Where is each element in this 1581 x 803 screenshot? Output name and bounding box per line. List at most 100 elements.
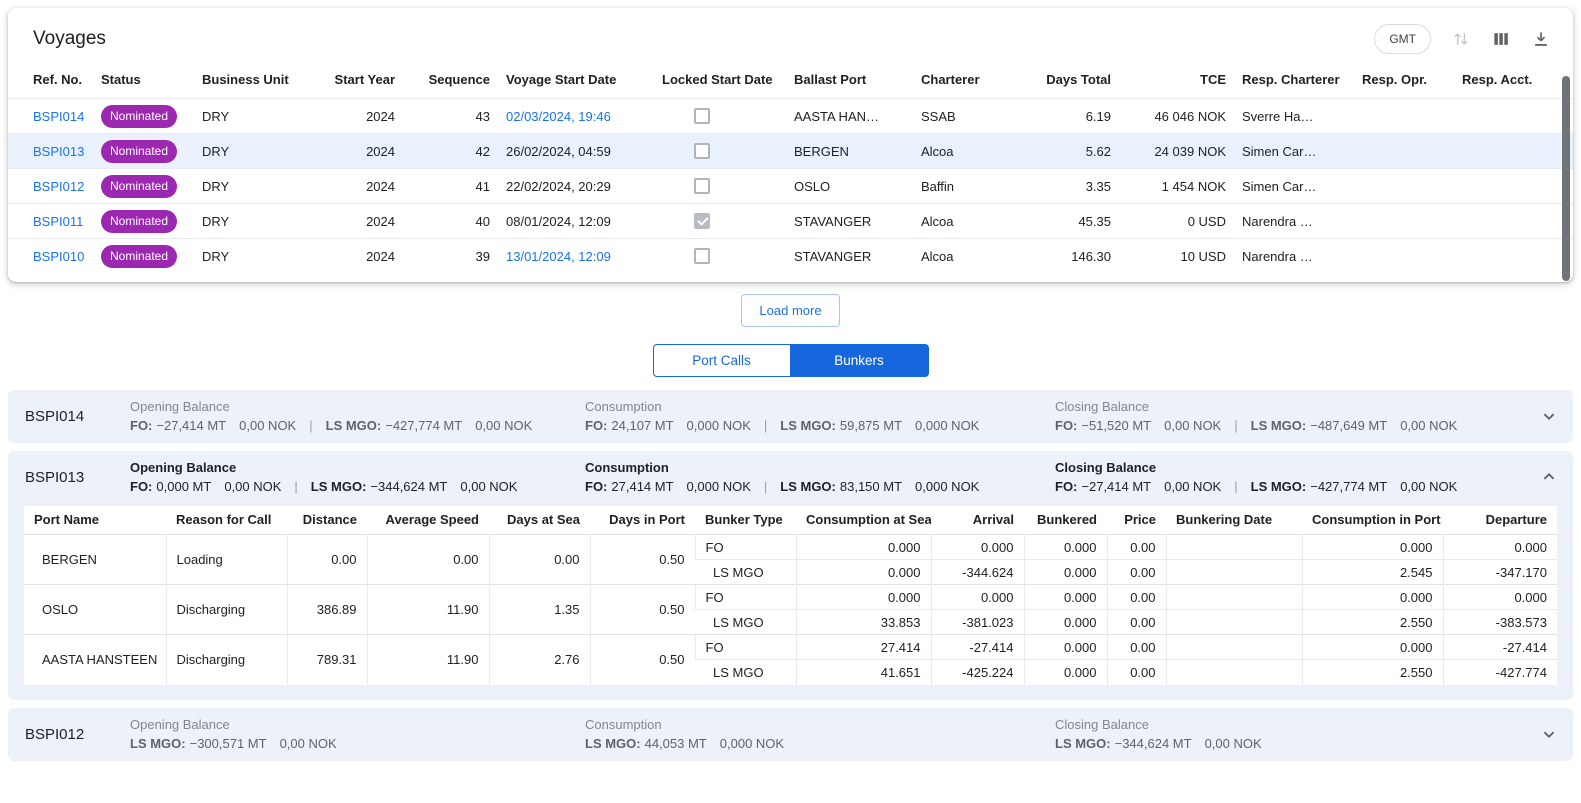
chevron-down-icon[interactable]	[1538, 723, 1560, 745]
voyage-ref-link[interactable]: BSPI011	[33, 214, 83, 229]
bunkered-cell: 0.000	[1024, 635, 1107, 660]
voyage-start-date-link[interactable]: 13/01/2024, 12:09	[506, 249, 611, 264]
voyages-card: Voyages GMT Ref. No. Status Busine	[8, 8, 1573, 282]
bunker-section-header[interactable]: BSPI013 Opening Balance FO:0,000 MT0,00 …	[8, 451, 1573, 504]
cons-sea-cell: 33.853	[796, 610, 931, 635]
locked-start-date-checkbox[interactable]	[694, 178, 710, 194]
voyage-row[interactable]: BSPI014 Nominated DRY 2024 43 02/03/2024…	[8, 99, 1573, 134]
col-resp-acct[interactable]: Resp. Acct.	[1454, 60, 1573, 99]
bunker-section-bspi013: BSPI013 Opening Balance FO:0,000 MT0,00 …	[8, 451, 1573, 700]
header-actions: GMT	[1374, 24, 1551, 54]
voyage-row[interactable]: BSPI013 Nominated DRY 2024 42 26/02/2024…	[8, 134, 1573, 169]
col-locked-start-date[interactable]: Locked Start Date	[654, 60, 786, 99]
opening-balance: Opening Balance FO:−27,414 MT0,00 NOK|LS…	[130, 397, 585, 435]
bunkered-cell: 0.000	[1024, 660, 1107, 685]
voyage-row[interactable]: BSPI010 Nominated DRY 2024 39 13/01/2024…	[8, 239, 1573, 274]
voyage-start-date-cell: 26/02/2024, 04:59	[498, 134, 654, 169]
col-resp-charterer[interactable]: Resp. Charterer	[1234, 60, 1354, 99]
col-charterer[interactable]: Charterer	[913, 60, 1029, 99]
load-more-button[interactable]: Load more	[741, 294, 839, 327]
ballast-port-cell: AASTA HAN…	[786, 99, 913, 134]
price-cell: 0.00	[1107, 535, 1166, 560]
voyage-start-date-cell: 08/01/2024, 12:09	[498, 204, 654, 239]
chevron-down-icon[interactable]	[1538, 405, 1560, 427]
days-at-sea-cell: 0.00	[489, 535, 590, 585]
days-in-port-cell: 0.50	[590, 585, 695, 635]
cons-port-cell: 0.000	[1302, 585, 1443, 610]
locked-start-date-checkbox[interactable]	[694, 108, 710, 124]
bunkering-date-cell	[1166, 535, 1302, 560]
col-tce[interactable]: TCE	[1119, 60, 1234, 99]
cons-port-cell: 2.550	[1302, 610, 1443, 635]
col-consumption-in-port: Consumption in Port	[1302, 506, 1443, 535]
bunker-section-header[interactable]: BSPI012 Opening Balance LS MGO:−300,571 …	[8, 708, 1573, 761]
col-sequence[interactable]: Sequence	[403, 60, 498, 99]
tab-port-calls[interactable]: Port Calls	[653, 344, 791, 377]
tab-bunkers[interactable]: Bunkers	[791, 344, 929, 377]
charterer-cell: Alcoa	[913, 204, 1029, 239]
col-bunkering-date: Bunkering Date	[1166, 506, 1302, 535]
locked-start-date-checkbox[interactable]	[694, 143, 710, 159]
distance-cell: 386.89	[287, 585, 367, 635]
download-icon[interactable]	[1531, 29, 1551, 49]
locked-start-date-checkbox[interactable]	[694, 213, 710, 229]
voyage-ref-link[interactable]: BSPI012	[33, 179, 84, 194]
col-distance: Distance	[287, 506, 367, 535]
voyage-ref-link[interactable]: BSPI013	[33, 144, 84, 159]
bunker-section-header[interactable]: BSPI014 Opening Balance FO:−27,414 MT0,0…	[8, 390, 1573, 443]
col-departure: Departure	[1443, 506, 1557, 535]
tce-cell: 24 039 NOK	[1119, 134, 1234, 169]
cons-sea-cell: 27.414	[796, 635, 931, 660]
resp-acct-cell	[1454, 204, 1573, 239]
ballast-port-cell: STAVANGER	[786, 204, 913, 239]
col-status[interactable]: Status	[93, 60, 194, 99]
sequence-cell: 39	[403, 239, 498, 274]
col-ballast-port[interactable]: Ballast Port	[786, 60, 913, 99]
arrival-cell: -344.624	[931, 560, 1024, 585]
col-voyage-start-date[interactable]: Voyage Start Date	[498, 60, 654, 99]
table-scrollbar[interactable]	[1562, 76, 1570, 281]
avg-speed-cell: 11.90	[367, 585, 489, 635]
sequence-cell: 40	[403, 204, 498, 239]
voyage-ref-link[interactable]: BSPI014	[33, 109, 84, 124]
closing-balance: Closing Balance LS MGO:−344,624 MT0,00 N…	[1055, 715, 1525, 753]
sequence-cell: 43	[403, 99, 498, 134]
col-resp-opr[interactable]: Resp. Opr.	[1354, 60, 1454, 99]
arrival-cell: 0.000	[931, 585, 1024, 610]
charterer-cell: Alcoa	[913, 239, 1029, 274]
bunkering-date-cell	[1166, 610, 1302, 635]
col-days-total[interactable]: Days Total	[1029, 60, 1119, 99]
locked-start-date-checkbox[interactable]	[694, 248, 710, 264]
columns-icon[interactable]	[1491, 29, 1511, 49]
resp-acct-cell	[1454, 169, 1573, 204]
col-arrival: Arrival	[931, 506, 1024, 535]
price-cell: 0.00	[1107, 635, 1166, 660]
bunkered-cell: 0.000	[1024, 610, 1107, 635]
status-badge: Nominated	[101, 245, 177, 268]
port-name-cell: OSLO	[24, 585, 166, 635]
cons-port-cell: 0.000	[1302, 635, 1443, 660]
tce-cell: 0 USD	[1119, 204, 1234, 239]
col-ref-no[interactable]: Ref. No.	[8, 60, 93, 99]
port-row: OSLO Discharging 386.89 11.90 1.35 0.50 …	[24, 585, 1557, 610]
voyage-start-date-link[interactable]: 02/03/2024, 19:46	[506, 109, 611, 124]
resp-opr-cell	[1354, 169, 1454, 204]
gmt-timezone-button[interactable]: GMT	[1374, 24, 1431, 54]
port-calls-table-wrap: Port Name Reason for Call Distance Avera…	[8, 504, 1573, 700]
page-title: Voyages	[33, 28, 106, 50]
business-unit-cell: DRY	[194, 99, 313, 134]
resp-opr-cell	[1354, 134, 1454, 169]
sort-icon[interactable]	[1451, 29, 1471, 49]
tce-cell: 10 USD	[1119, 239, 1234, 274]
bunkering-date-cell	[1166, 635, 1302, 660]
sequence-cell: 41	[403, 169, 498, 204]
arrival-cell: -381.023	[931, 610, 1024, 635]
col-business-unit[interactable]: Business Unit	[194, 60, 313, 99]
chevron-up-icon[interactable]	[1538, 466, 1560, 488]
col-start-year[interactable]: Start Year	[313, 60, 403, 99]
voyage-ref-link[interactable]: BSPI010	[33, 249, 84, 264]
voyage-row[interactable]: BSPI012 Nominated DRY 2024 41 22/02/2024…	[8, 169, 1573, 204]
voyage-row[interactable]: BSPI011 Nominated DRY 2024 40 08/01/2024…	[8, 204, 1573, 239]
days-total-cell: 45.35	[1029, 204, 1119, 239]
closing-balance: Closing Balance FO:−51,520 MT0,00 NOK|LS…	[1055, 397, 1525, 435]
